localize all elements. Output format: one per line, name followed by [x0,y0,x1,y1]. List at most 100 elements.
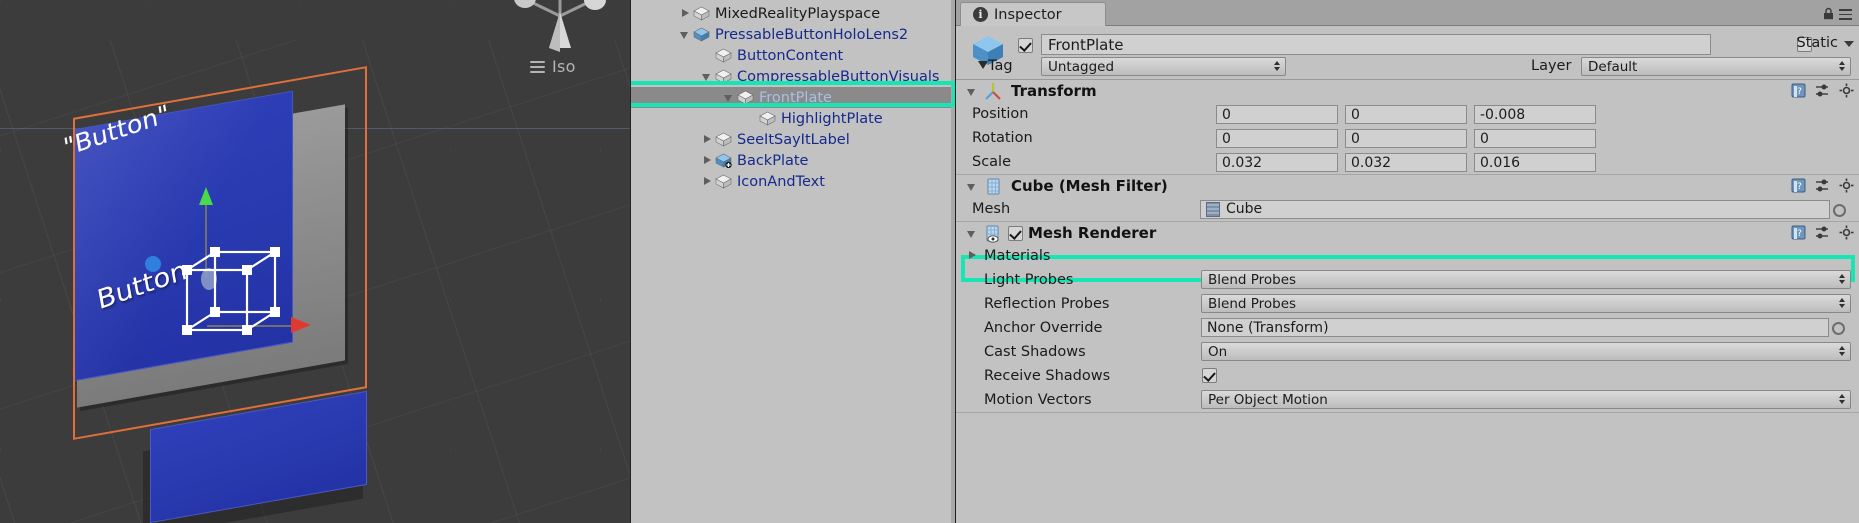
lock-icon[interactable] [1823,5,1834,20]
preset-icon[interactable] [1815,178,1830,193]
chevron-down-icon[interactable] [679,28,692,41]
chevron-down-icon[interactable] [723,91,736,104]
reflection-probes-dropdown[interactable]: Blend Probes [1201,294,1851,313]
scene-view[interactable]: Iso Button "Button" [0,0,630,523]
transform-header-tools[interactable]: ? [1791,83,1854,98]
preset-icon[interactable] [1815,225,1830,240]
gameobject-name-field[interactable]: FrontPlate [1041,34,1711,55]
help-icon[interactable]: ? [1791,178,1806,193]
light-probes-label: Light Probes [984,272,1074,288]
mesh-picker-icon[interactable] [1833,203,1846,217]
mesh-renderer-header-tools[interactable]: ? [1791,225,1854,240]
chevron-updown-icon [1839,346,1845,356]
mesh-renderer-title: Mesh Renderer [1028,224,1157,242]
preset-icon[interactable] [1815,83,1830,98]
transform-rotation-x[interactable]: 0 [1216,128,1338,148]
transform-foldout-icon[interactable] [966,85,979,98]
unity-editor-window: Iso Button "Button" MixedRealityPlayspac… [0,0,1859,523]
mesh-filter-header[interactable]: Cube (Mesh Filter) ? [956,175,1859,197]
scene-view-orientation-label[interactable]: Iso [530,57,576,76]
cube-blue-prefab-icon [715,153,732,168]
cube-icon [759,111,776,126]
hierarchy-panel[interactable]: MixedRealityPlayspace PressableButtonHolo… [630,0,956,523]
gizmo-x-arrow-icon[interactable] [291,317,311,333]
anchor-override-object-field[interactable]: None (Transform) [1201,318,1845,337]
scene-view-menu-icon[interactable] [530,58,545,76]
receive-shadows-checkbox[interactable] [1202,368,1217,383]
materials-foldout-icon[interactable] [966,249,979,262]
transform-position-z[interactable]: -0.008 [1474,104,1596,124]
anchor-override-value: None (Transform) [1207,319,1329,336]
tab-inspector[interactable]: i Inspector [960,2,1106,26]
chevron-down-icon[interactable] [701,70,714,83]
motion-vectors-dropdown[interactable]: Per Object Motion [1201,390,1851,409]
transform-row-scale: ScaleX0.032Y0.032Z0.016 [956,150,1859,174]
help-icon[interactable]: ? [1791,83,1806,98]
mesh-filter-header-tools[interactable]: ? [1791,178,1854,193]
static-dropdown-arrow-icon[interactable] [1844,41,1854,47]
cast-shadows-value: On [1208,344,1228,360]
gizmo-y-arrow-icon[interactable] [199,187,213,205]
hierarchy-item-buttoncontent[interactable]: ButtonContent [631,45,956,66]
light-probes-dropdown[interactable]: Blend Probes [1201,270,1851,289]
tag-dropdown[interactable]: Untagged [1041,57,1286,76]
help-icon[interactable]: ? [1791,225,1806,240]
hierarchy-item-compressablebuttonvisuals[interactable]: CompressableButtonVisuals [631,66,956,87]
reflection-probes-value: Blend Probes [1208,296,1297,312]
cube-icon [737,90,754,105]
gear-icon[interactable] [1839,178,1854,193]
transform-rotation-y[interactable]: 0 [1345,128,1467,148]
transform-scale-y[interactable]: 0.032 [1345,152,1467,172]
mesh-icon [1206,201,1220,217]
hierarchy-item-iconandtext[interactable]: IconAndText [631,171,956,192]
hierarchy-tree[interactable]: MixedRealityPlayspace PressableButtonHolo… [631,0,956,192]
transform-position-x[interactable]: 0 [1216,104,1338,124]
gizmo-z-handle[interactable] [145,256,161,272]
transform-scale-z[interactable]: 0.016 [1474,152,1596,172]
transform-rotation-z[interactable]: 0 [1474,128,1596,148]
component-transform: Transform ? PositionX0Y0Z-0.008RotationX… [956,80,1859,282]
mesh-renderer-enabled-checkbox[interactable] [1008,225,1023,241]
chevron-right-icon[interactable] [701,154,714,167]
chevron-right-icon[interactable] [679,7,692,20]
materials-label: Materials [984,248,1051,264]
gear-icon[interactable] [1839,225,1854,240]
mesh-row: Mesh Cube [956,197,1859,221]
hierarchy-item-highlightplate[interactable]: HighlightPlate [631,108,956,129]
layer-dropdown[interactable]: Default [1581,57,1851,76]
hierarchy-item-seeitsayitlabel[interactable]: SeeItSayItLabel [631,129,956,150]
hierarchy-item-pressablebuttonhololens2[interactable]: PressableButtonHoloLens2 [631,24,956,45]
anchor-override-picker-icon[interactable] [1832,322,1845,335]
inspector-panel[interactable]: i Inspector FrontPlate Static Tag Untagg… [955,0,1859,523]
chevron-right-icon[interactable] [701,175,714,188]
mesh-renderer-foldout-icon[interactable] [966,227,979,240]
cube-blue-icon [693,27,710,42]
svg-text:?: ? [1797,182,1802,192]
transform-header[interactable]: Transform ? [956,80,1859,102]
tag-value: Untagged [1048,59,1115,75]
transform-rows: PositionX0Y0Z-0.008RotationX0Y0Z0ScaleX0… [956,102,1859,174]
hierarchy-item-backplate[interactable]: BackPlate [631,150,956,171]
mesh-object-field[interactable]: Cube [1200,199,1846,219]
hierarchy-item-mixedrealityplayspace[interactable]: MixedRealityPlayspace [631,3,956,24]
mesh-filter-foldout-icon[interactable] [966,180,979,193]
scene-selected-object[interactable]: Button "Button" [55,66,385,523]
renderer-row-motion-vectors: Motion Vectors Per Object Motion [956,388,1859,412]
gameobject-enabled-checkbox[interactable] [1018,38,1033,53]
anchor-override-label: Anchor Override [984,320,1103,336]
renderer-row-receive-shadows: Receive Shadows [956,364,1859,388]
transform-position-y[interactable]: 0 [1345,104,1467,124]
layer-label: Layer [1531,58,1572,74]
hierarchy-item-frontplate[interactable]: FrontPlate [631,87,956,108]
hierarchy-item-label: CompressableButtonVisuals [737,68,940,85]
chevron-right-icon[interactable] [701,133,714,146]
chevron-updown-icon [1839,61,1845,71]
gear-icon[interactable] [1839,83,1854,98]
panel-menu-icon[interactable] [1839,6,1852,23]
cast-shadows-dropdown[interactable]: On [1201,342,1851,361]
mesh-renderer-header[interactable]: Mesh Renderer ? [956,222,1859,244]
mesh-renderer-icon [984,224,1003,243]
transform-scale-x[interactable]: 0.032 [1216,152,1338,172]
hierarchy-item-label: MixedRealityPlayspace [715,5,881,22]
